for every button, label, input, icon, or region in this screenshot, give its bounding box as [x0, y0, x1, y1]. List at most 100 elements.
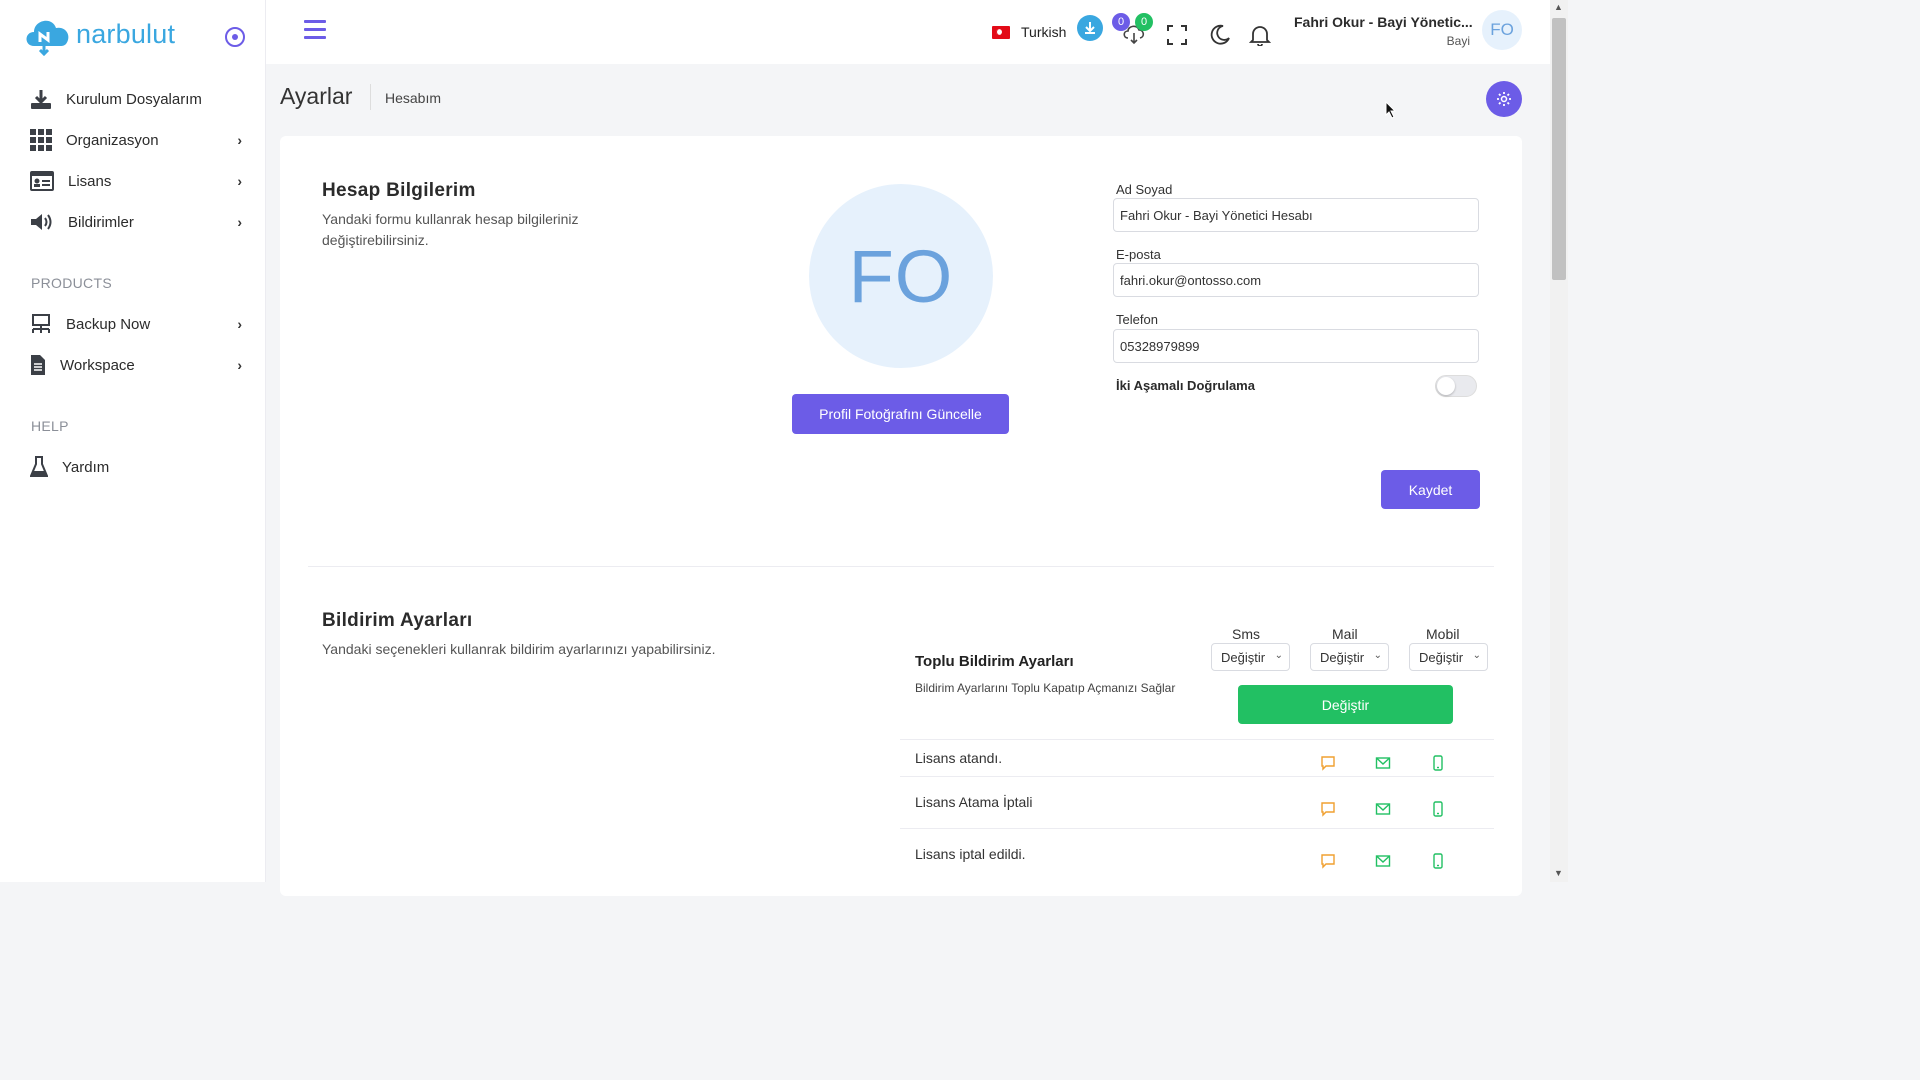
menu-toggle-icon[interactable]: [304, 20, 326, 40]
grid-icon: [30, 129, 52, 151]
mail-bulk-select[interactable]: Değiştir ⌄: [1310, 643, 1389, 671]
scrollbar-thumb[interactable]: [1552, 18, 1566, 280]
notification-label: Lisans Atama İptali: [915, 794, 1033, 810]
breadcrumb[interactable]: Hesabım: [385, 90, 441, 106]
sidebar-pin-icon[interactable]: [225, 27, 245, 47]
fullscreen-icon[interactable]: [1166, 24, 1188, 46]
dark-mode-moon-icon[interactable]: [1209, 24, 1231, 46]
sms-icon[interactable]: [1320, 853, 1336, 869]
download-count-badge: 0: [1135, 13, 1153, 31]
chevron-right-icon: ›: [237, 132, 242, 148]
settings-card: Hesap Bilgilerim Yandaki formu kullanrak…: [280, 136, 1522, 896]
chevron-right-icon: ›: [237, 316, 242, 332]
scroll-up-icon[interactable]: ▲: [1554, 2, 1563, 12]
sms-bulk-select[interactable]: Değiştir ⌄: [1211, 643, 1290, 671]
sidebar-item-label: Organizasyon: [66, 131, 159, 149]
column-sms: Sms: [1232, 626, 1260, 642]
notification-label: Lisans iptal edildi.: [915, 846, 1026, 862]
chevron-down-icon: ⌄: [1472, 650, 1481, 661]
phone-label: Telefon: [1116, 312, 1158, 327]
sidebar: narbulut Kurulum Dosyalarım Organizasyon…: [0, 0, 266, 882]
chevron-down-icon: ⌄: [1274, 650, 1283, 661]
profile-avatar: FO: [809, 184, 993, 368]
notification-label: Lisans atandı.: [915, 750, 1003, 766]
sidebar-item-organizasyon[interactable]: Organizasyon ›: [30, 126, 242, 154]
sidebar-item-label: Bildirimler: [68, 213, 134, 231]
id-card-icon: [30, 170, 54, 192]
sidebar-item-lisans[interactable]: Lisans ›: [30, 167, 242, 195]
sidebar-item-label: Lisans: [68, 172, 112, 190]
save-button[interactable]: Kaydet: [1381, 470, 1480, 509]
sidebar-item-bildirimler[interactable]: Bildirimler ›: [30, 208, 242, 236]
sms-icon[interactable]: [1320, 755, 1336, 771]
email-input[interactable]: fahri.okur@ontosso.com: [1113, 263, 1479, 297]
account-section-title: Hesap Bilgilerim: [322, 180, 476, 201]
mobile-bulk-select[interactable]: Değiştir ⌄: [1409, 643, 1488, 671]
mail-icon[interactable]: [1375, 755, 1391, 771]
download-icon: [1085, 22, 1095, 34]
bulk-settings-description: Bildirim Ayarlarını Toplu Kapatıp Açmanı…: [915, 681, 1176, 695]
update-photo-button[interactable]: Profil Fotoğrafını Güncelle: [792, 394, 1009, 434]
chevron-right-icon: ›: [237, 173, 242, 189]
name-input[interactable]: Fahri Okur - Bayi Yönetici Hesabı: [1113, 198, 1479, 232]
sidebar-item-label: Backup Now: [66, 315, 151, 333]
bulk-settings-title: Toplu Bildirim Ayarları: [915, 653, 1074, 670]
column-mobil: Mobil: [1426, 626, 1460, 642]
email-label: E-posta: [1116, 247, 1161, 262]
apply-bulk-button[interactable]: Değiştir: [1238, 685, 1453, 724]
download-button[interactable]: [1077, 15, 1103, 41]
mail-icon[interactable]: [1375, 801, 1391, 817]
language-selector[interactable]: Turkish: [1021, 24, 1066, 40]
help-section-title: HELP: [31, 418, 69, 434]
header-divider: [370, 84, 371, 110]
bell-icon[interactable]: [1249, 24, 1271, 46]
chevron-down-icon: ⌄: [1373, 650, 1382, 661]
topbar: Turkish 0 0 Fahri Okur - Bayi Yönetic...…: [266, 0, 1550, 64]
sms-icon[interactable]: [1320, 801, 1336, 817]
cloud-logo-icon: [26, 20, 69, 56]
settings-button[interactable]: [1486, 81, 1522, 117]
mouse-cursor-icon: [1385, 101, 1397, 119]
sidebar-item-label: Workspace: [60, 356, 135, 374]
two-factor-label: İki Aşamalı Doğrulama: [1116, 378, 1255, 393]
user-name[interactable]: Fahri Okur - Bayi Yönetic...: [1294, 14, 1473, 30]
notification-section-title: Bildirim Ayarları: [322, 610, 473, 631]
file-icon: [30, 354, 46, 376]
two-factor-toggle[interactable]: [1435, 375, 1477, 397]
notification-section-description: Yandaki seçenekleri kullanrak bildirim a…: [322, 641, 716, 657]
sidebar-item-kurulum[interactable]: Kurulum Dosyalarım: [30, 85, 242, 113]
table-row: Lisans Atama İptali: [900, 776, 1494, 828]
select-value: Değiştir: [1221, 649, 1266, 665]
sidebar-item-backup-now[interactable]: Backup Now ›: [30, 310, 242, 338]
chevron-right-icon: ›: [237, 214, 242, 230]
products-section-title: PRODUCTS: [31, 275, 112, 291]
mobile-icon[interactable]: [1430, 755, 1446, 771]
table-row: Lisans iptal edildi.: [900, 828, 1494, 880]
mobile-icon[interactable]: [1430, 801, 1446, 817]
turkey-flag-icon[interactable]: [992, 26, 1010, 39]
user-avatar[interactable]: FO: [1482, 10, 1522, 50]
mobile-icon[interactable]: [1430, 853, 1446, 869]
brand-name: narbulut: [76, 18, 176, 49]
chevron-right-icon: ›: [237, 357, 242, 373]
brand-logo[interactable]: narbulut: [22, 12, 175, 56]
network-icon: [30, 313, 52, 335]
page-scrollbar[interactable]: ▲ ▼: [1550, 0, 1568, 882]
mail-icon[interactable]: [1375, 853, 1391, 869]
page-title: Ayarlar: [280, 83, 353, 109]
select-value: Değiştir: [1320, 649, 1365, 665]
upload-count-badge: 0: [1112, 13, 1130, 31]
phone-input[interactable]: 05328979899: [1113, 329, 1479, 363]
section-divider: [308, 566, 1494, 567]
sidebar-item-label: Yardım: [62, 458, 110, 476]
column-mail: Mail: [1332, 626, 1358, 642]
sidebar-item-label: Kurulum Dosyalarım: [66, 90, 202, 108]
user-role: Bayi: [1446, 34, 1470, 48]
name-label: Ad Soyad: [1116, 182, 1173, 197]
flask-icon: [30, 456, 48, 478]
select-value: Değiştir: [1419, 649, 1464, 665]
sidebar-item-yardim[interactable]: Yardım: [30, 453, 242, 481]
scroll-down-icon[interactable]: ▼: [1554, 868, 1563, 878]
download-icon: [30, 88, 52, 110]
sidebar-item-workspace[interactable]: Workspace ›: [30, 351, 242, 379]
